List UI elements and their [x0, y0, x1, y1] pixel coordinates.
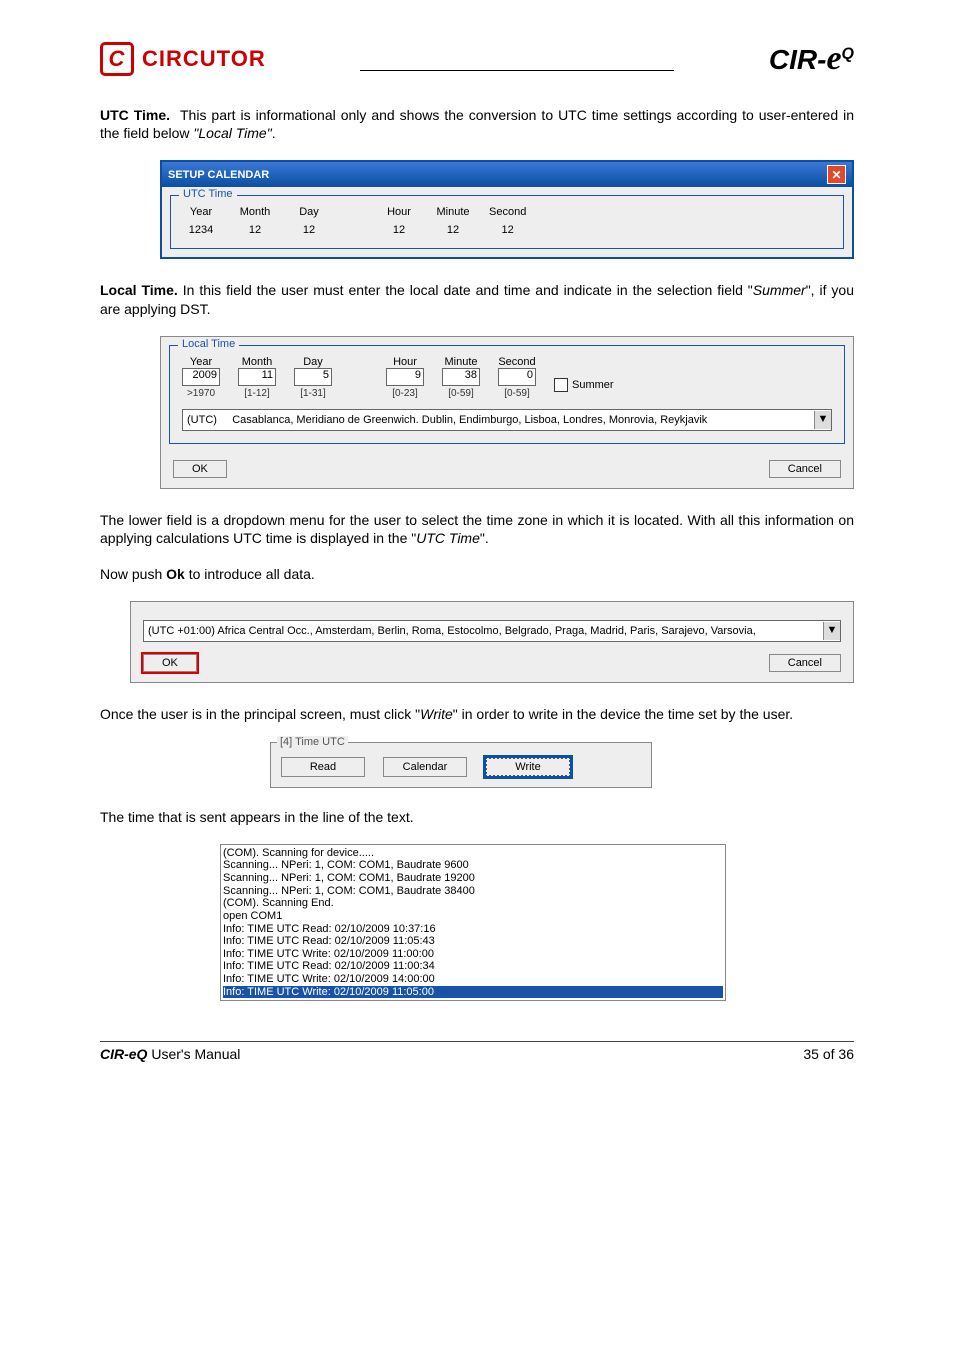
log-line: Info: TIME UTC Write: 02/10/2009 11:00:0…: [223, 948, 723, 961]
log-line: Info: TIME UTC Write: 02/10/2009 14:00:0…: [223, 973, 723, 986]
summer-checkbox[interactable]: [554, 378, 568, 392]
write-button[interactable]: Write: [485, 757, 571, 777]
local-time-description: Local Time. In this field the user must …: [100, 281, 854, 317]
second-input[interactable]: 0: [498, 368, 536, 386]
utc-time-group: UTC Time Year1234 Month12 Day12 Hour12 M…: [170, 195, 844, 249]
utc-day: 12: [303, 224, 315, 236]
timezone-dropdown[interactable]: (UTC) Casablanca, Meridiano de Greenwich…: [182, 409, 832, 431]
utc-minute: 12: [447, 224, 459, 236]
time-utc-group: [4] Time UTC Read Calendar Write: [270, 742, 652, 788]
model-label: CIR-eQ: [769, 40, 854, 78]
calendar-button[interactable]: Calendar: [383, 757, 467, 777]
utc-legend: UTC Time: [179, 188, 237, 200]
utc-year: 1234: [189, 224, 213, 236]
month-input[interactable]: 11: [238, 368, 276, 386]
log-line: Info: TIME UTC Read: 02/10/2009 11:05:43: [223, 935, 723, 948]
log-line: Info: TIME UTC Read: 02/10/2009 10:37:16: [223, 923, 723, 936]
read-button[interactable]: Read: [281, 757, 365, 777]
log-line: Scanning... NPeri: 1, COM: COM1, Baudrat…: [223, 859, 723, 872]
year-input[interactable]: 2009: [182, 368, 220, 386]
time-utc-legend: [4] Time UTC: [277, 736, 348, 748]
log-line: Info: TIME UTC Read: 02/10/2009 11:00:34: [223, 960, 723, 973]
write-description: Once the user is in the principal screen…: [100, 705, 854, 723]
page-number: 35 of 36: [803, 1046, 854, 1062]
hour-input[interactable]: 9: [386, 368, 424, 386]
close-icon[interactable]: ✕: [827, 165, 846, 184]
summer-label: Summer: [572, 379, 614, 391]
chevron-down-icon[interactable]: ▼: [814, 411, 831, 429]
timezone-dropdown-2[interactable]: (UTC +01:00) Africa Central Occ., Amster…: [143, 620, 841, 642]
page-header: C CIRCUTOR CIR-eQ: [100, 40, 854, 78]
sent-line-description: The time that is sent appears in the lin…: [100, 808, 854, 826]
local-legend: Local Time: [178, 338, 239, 350]
window-title: SETUP CALENDAR: [168, 169, 269, 181]
brand-text: CIRCUTOR: [142, 46, 266, 72]
utc-description: UTC Time. This part is informational onl…: [100, 106, 854, 142]
log-line: (COM). Scanning for device.....: [223, 847, 723, 860]
day-input[interactable]: 5: [294, 368, 332, 386]
utc-second: 12: [502, 224, 514, 236]
log-line: (COM). Scanning End.: [223, 897, 723, 910]
dropdown-description: The lower field is a dropdown menu for t…: [100, 511, 854, 547]
local-time-group: Local Time Year2009>1970 Month11[1-12] D…: [169, 345, 845, 444]
chevron-down-icon[interactable]: ▼: [823, 622, 840, 640]
push-ok-line: Now push Ok to introduce all data.: [100, 565, 854, 583]
log-line: Scanning... NPeri: 1, COM: COM1, Baudrat…: [223, 872, 723, 885]
local-time-window: Local Time Year2009>1970 Month11[1-12] D…: [160, 336, 854, 489]
brand-logo: C CIRCUTOR: [100, 42, 266, 76]
log-line-selected: Info: TIME UTC Write: 02/10/2009 11:05:0…: [223, 986, 723, 999]
utc-hour: 12: [393, 224, 405, 236]
tz-ok-window: (UTC +01:00) Africa Central Occ., Amster…: [130, 601, 854, 683]
minute-input[interactable]: 38: [442, 368, 480, 386]
ok-button[interactable]: OK: [143, 654, 197, 672]
ok-button[interactable]: OK: [173, 460, 227, 478]
setup-calendar-window: SETUP CALENDAR ✕ UTC Time Year1234 Month…: [160, 160, 854, 259]
header-divider: [360, 70, 674, 71]
utc-month: 12: [249, 224, 261, 236]
page-footer: CIR-eQ User's Manual 35 of 36: [100, 1041, 854, 1062]
cancel-button[interactable]: Cancel: [769, 654, 841, 672]
log-output: (COM). Scanning for device..... Scanning…: [220, 844, 726, 1002]
log-line: Scanning... NPeri: 1, COM: COM1, Baudrat…: [223, 885, 723, 898]
summer-checkbox-row: Summer: [554, 378, 614, 392]
log-line: open COM1: [223, 910, 723, 923]
cancel-button[interactable]: Cancel: [769, 460, 841, 478]
titlebar: SETUP CALENDAR ✕: [162, 162, 852, 187]
brand-icon: C: [100, 42, 134, 76]
